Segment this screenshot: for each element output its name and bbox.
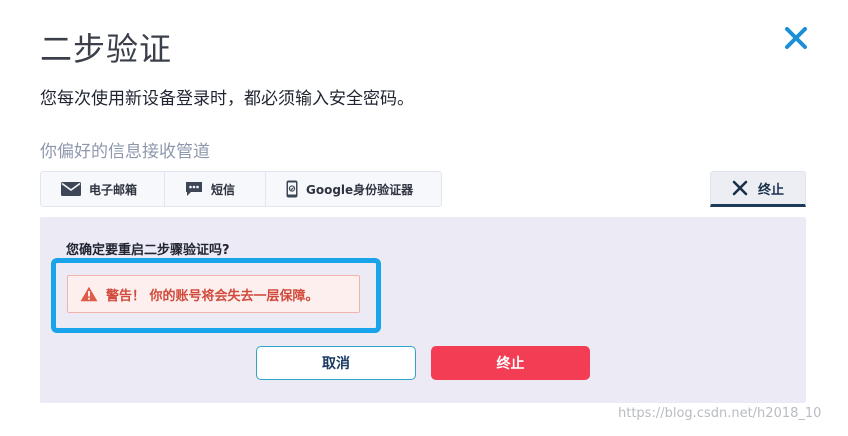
- tab-sms[interactable]: 短信: [165, 172, 266, 206]
- preferred-channel-label: 你偏好的信息接收管道: [40, 142, 210, 162]
- tab-google-authenticator[interactable]: Google身份验证器: [266, 172, 441, 206]
- x-icon: [732, 180, 748, 196]
- confirm-question: 您确定要重启二步骤验证吗?: [66, 243, 230, 258]
- tab-email-label: 电子邮箱: [89, 182, 138, 197]
- watermark: https://blog.csdn.net/h2018_10: [618, 406, 822, 421]
- tab-sms-label: 短信: [211, 182, 236, 197]
- tab-email[interactable]: 电子邮箱: [41, 172, 165, 206]
- channel-tabs: 电子邮箱 短信 Google身份验证器: [40, 171, 442, 207]
- dialog-description: 您每次使用新设备登录时，都必须输入安全密码。: [40, 89, 414, 109]
- stop-button[interactable]: 终止: [431, 346, 590, 380]
- chat-bubble-icon: [185, 181, 203, 197]
- tab-stop-label: 终止: [757, 182, 784, 198]
- cancel-button[interactable]: 取消: [256, 346, 416, 380]
- authenticator-phone-icon: [286, 180, 298, 198]
- dialog-title: 二步验证: [40, 30, 173, 68]
- close-icon[interactable]: [784, 26, 808, 50]
- tab-stop[interactable]: 终止: [710, 171, 806, 207]
- tab-google-label: Google身份验证器: [306, 182, 414, 197]
- highlight-box: [51, 258, 381, 333]
- envelope-icon: [61, 182, 81, 196]
